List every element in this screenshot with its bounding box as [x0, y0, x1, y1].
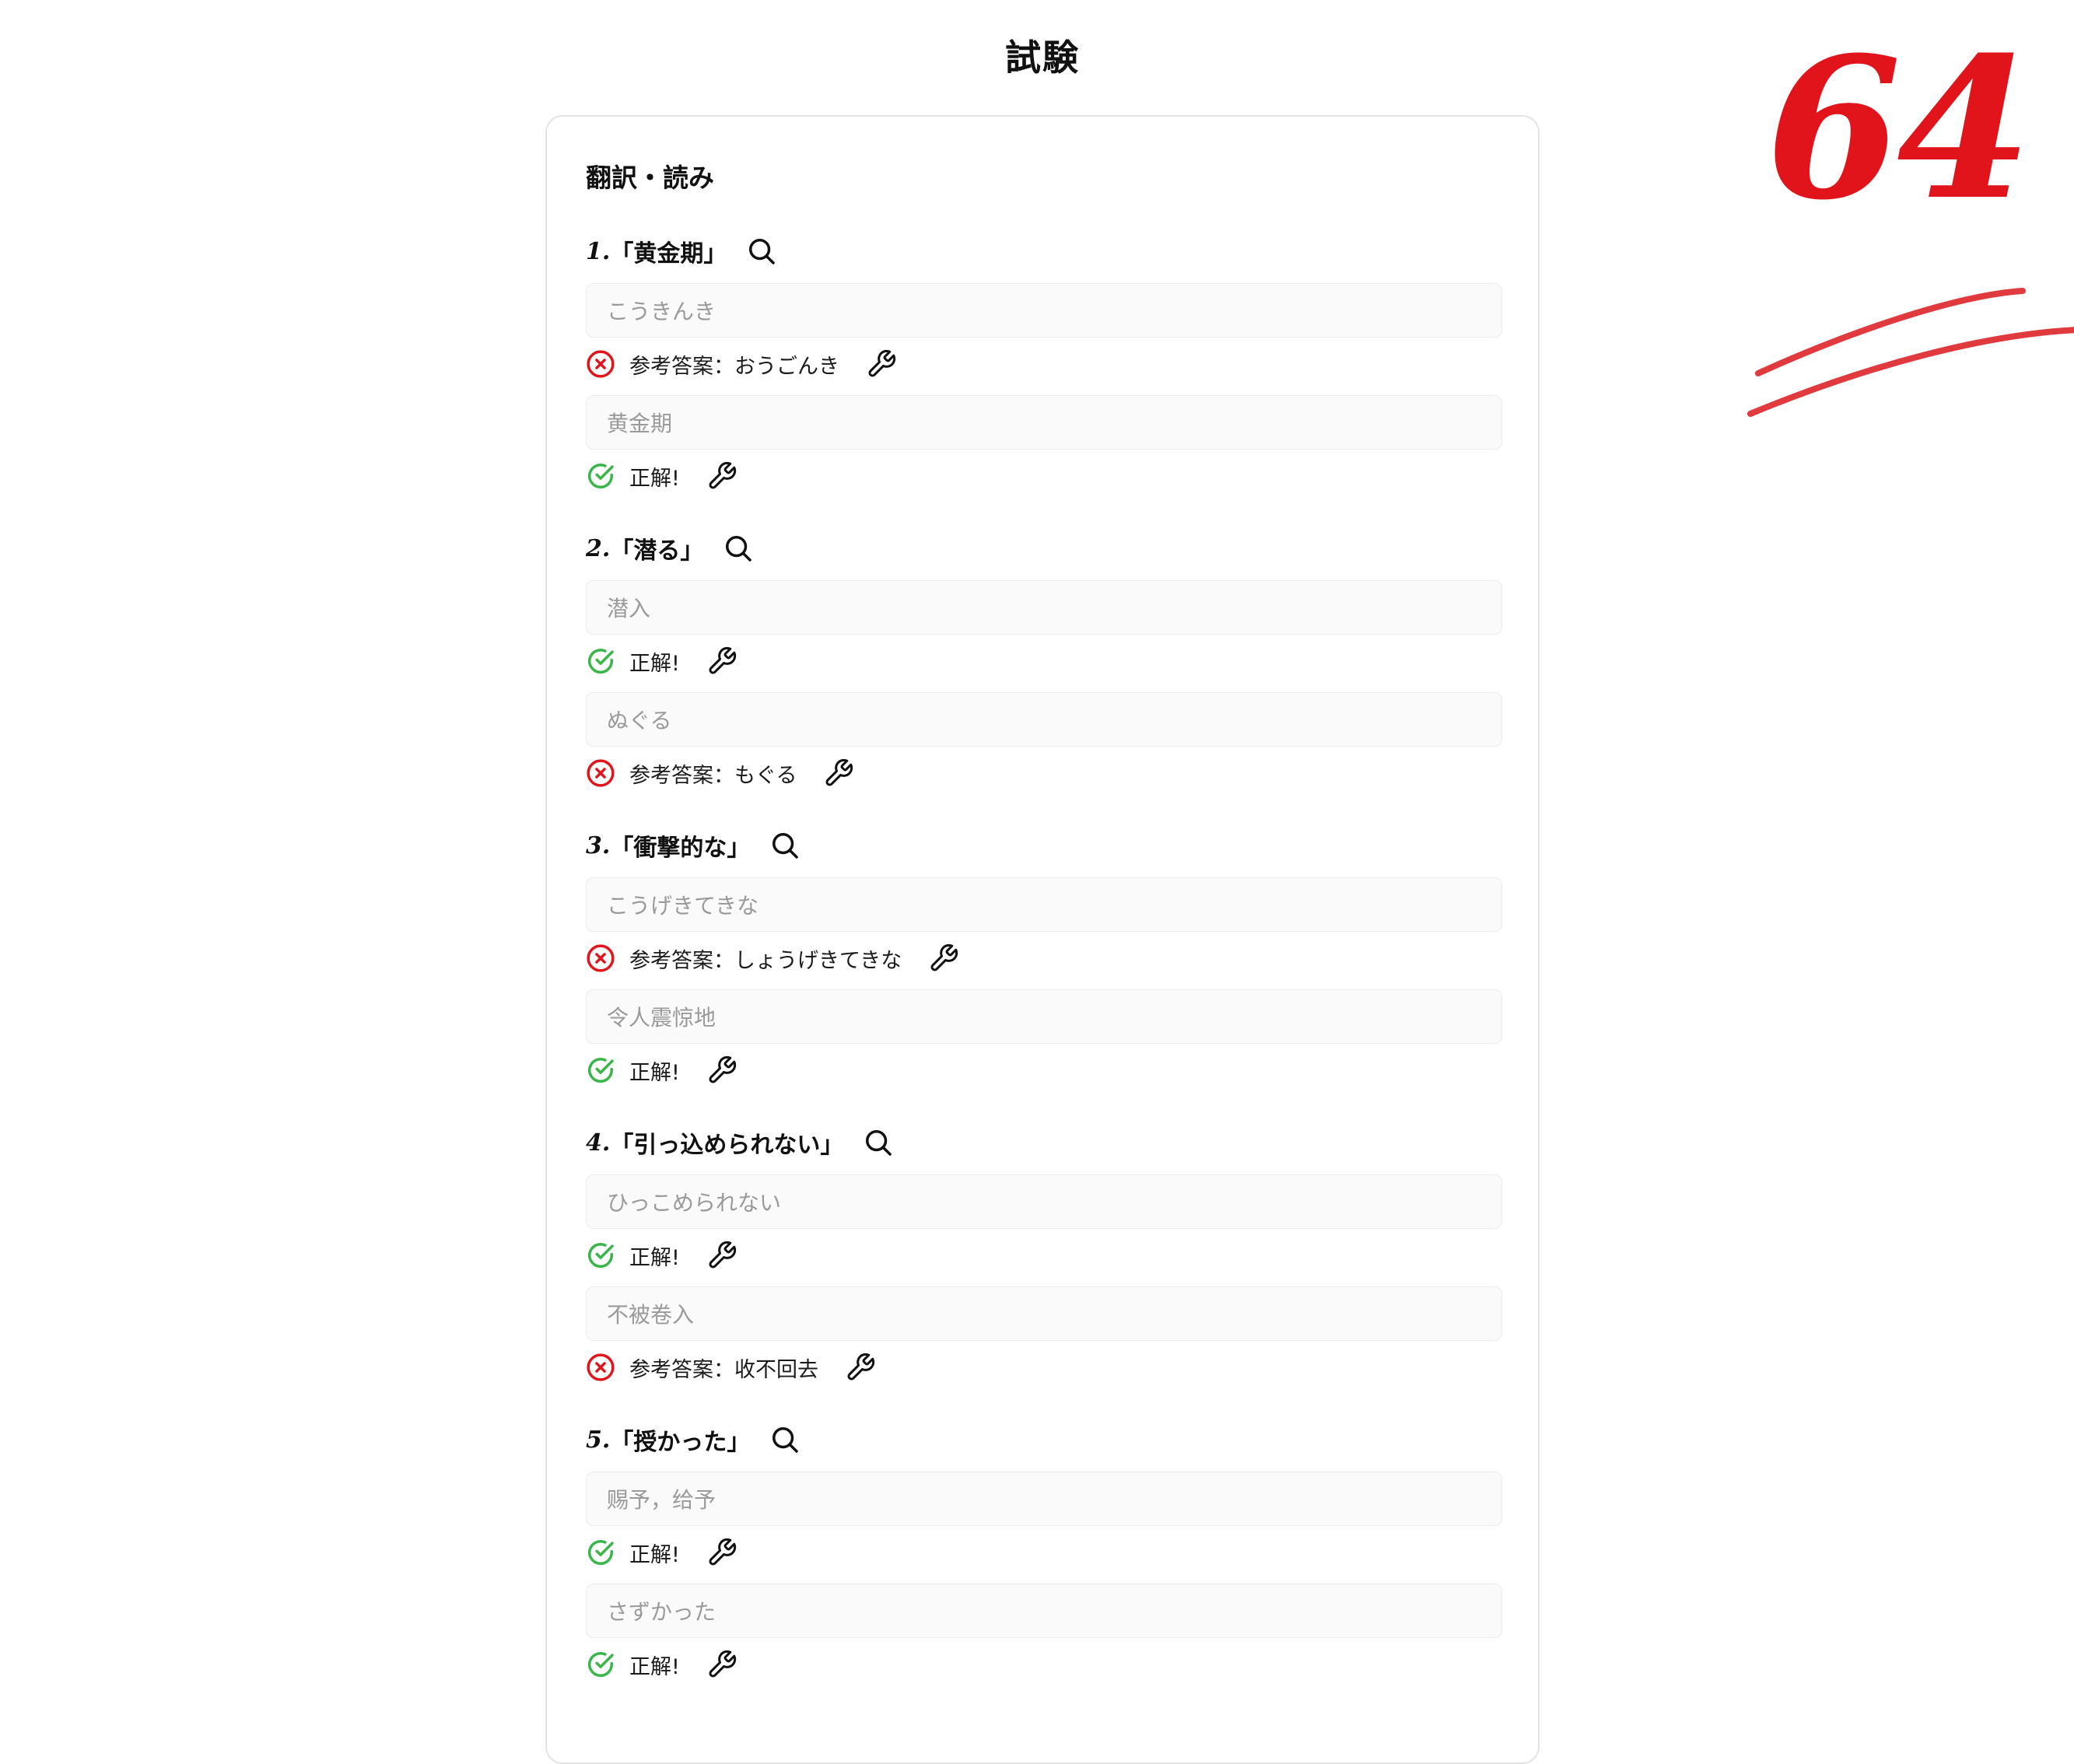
- question-header: 5. 「授かった」: [586, 1420, 800, 1459]
- wrench-icon[interactable]: [866, 348, 897, 380]
- check-circle-icon: [586, 1650, 615, 1679]
- search-icon[interactable]: [770, 1425, 800, 1454]
- answer-input[interactable]: [586, 580, 1502, 635]
- feedback-label: 正解!: [629, 1060, 680, 1085]
- feedback-label: 参考答案：: [629, 948, 734, 973]
- question-prompt: 「衝撃的な」: [610, 835, 751, 862]
- question-prompt: 「授かった」: [610, 1429, 751, 1456]
- wrench-icon[interactable]: [706, 1055, 737, 1086]
- question-prompt: 「引っ込められない」: [610, 1132, 844, 1159]
- score-underline-strokes: [1747, 288, 2074, 417]
- answer-input[interactable]: [586, 877, 1502, 932]
- answer-input[interactable]: [586, 1174, 1502, 1229]
- wrench-icon[interactable]: [823, 758, 854, 789]
- score-mark: 64: [1747, 14, 2074, 436]
- feedback-wrong: 参考答案： しょうげきてきな: [586, 941, 959, 975]
- page-title: 試験: [1005, 37, 1080, 79]
- x-circle-icon: [586, 943, 615, 973]
- wrench-icon[interactable]: [706, 460, 737, 492]
- feedback-correct: 正解!: [586, 1647, 737, 1682]
- wrench-icon[interactable]: [706, 646, 737, 677]
- feedback-correct: 正解!: [586, 1238, 737, 1272]
- wrench-icon[interactable]: [928, 943, 959, 974]
- question-number: 2.: [586, 534, 611, 562]
- feedback-correct: 正解!: [586, 1535, 737, 1570]
- answer-input[interactable]: [586, 989, 1502, 1044]
- feedback-label: 正解!: [629, 1654, 680, 1679]
- answer-input[interactable]: [586, 1584, 1502, 1638]
- question-number: 4.: [586, 1129, 611, 1157]
- feedback-correct: 正解!: [586, 644, 737, 678]
- x-circle-icon: [586, 758, 615, 788]
- check-circle-icon: [586, 461, 615, 491]
- feedback-correct: 正解!: [586, 459, 737, 493]
- feedback-label: 参考答案：: [629, 1357, 734, 1382]
- x-circle-icon: [586, 349, 615, 379]
- question-header: 1. 「黄金期」: [586, 232, 776, 271]
- answer-input[interactable]: [586, 283, 1502, 338]
- answer-input[interactable]: [586, 395, 1502, 450]
- question-number: 3.: [586, 831, 611, 859]
- wrench-icon[interactable]: [706, 1537, 737, 1568]
- reference-answer: もぐる: [734, 763, 797, 788]
- reference-answer: 收不回去: [734, 1357, 818, 1382]
- feedback-label: 参考答案：: [629, 763, 734, 788]
- feedback-label: 正解!: [629, 466, 680, 491]
- section-title: 翻訳・読み: [586, 163, 714, 193]
- check-circle-icon: [586, 1055, 615, 1085]
- feedback-wrong: 参考答案： 收不回去: [586, 1350, 876, 1384]
- feedback-wrong: 参考答案： もぐる: [586, 756, 854, 790]
- feedback-label: 参考答案：: [629, 354, 734, 379]
- feedback-wrong: 参考答案： おうごんき: [586, 347, 897, 381]
- question-number: 1.: [586, 237, 611, 265]
- feedback-label: 正解!: [629, 1542, 680, 1567]
- check-circle-icon: [586, 646, 615, 676]
- answer-input[interactable]: [586, 1286, 1502, 1341]
- x-circle-icon: [586, 1353, 615, 1382]
- check-circle-icon: [586, 1538, 615, 1567]
- wrench-icon[interactable]: [706, 1649, 737, 1680]
- question-prompt: 「潜る」: [610, 537, 704, 565]
- quiz-card: 翻訳・読み 1. 「黄金期」 参考答案： おうごんき 正解! 2. 「潜る」: [545, 115, 1540, 1764]
- answer-input[interactable]: [586, 1472, 1502, 1526]
- reference-answer: おうごんき: [734, 354, 839, 379]
- question-header: 4. 「引っ込められない」: [586, 1123, 893, 1162]
- reference-answer: しょうげきてきな: [734, 948, 902, 973]
- question-header: 3. 「衝撃的な」: [586, 826, 800, 865]
- feedback-label: 正解!: [629, 651, 680, 676]
- wrench-icon[interactable]: [706, 1240, 737, 1271]
- check-circle-icon: [586, 1241, 615, 1270]
- question-prompt: 「黄金期」: [610, 240, 727, 268]
- search-icon[interactable]: [723, 534, 753, 563]
- search-icon[interactable]: [747, 236, 776, 266]
- question-header: 2. 「潜る」: [586, 529, 753, 568]
- question-number: 5.: [586, 1426, 611, 1454]
- wrench-icon[interactable]: [845, 1352, 876, 1383]
- feedback-correct: 正解!: [586, 1053, 737, 1087]
- score-number: 64: [1766, 14, 2032, 243]
- feedback-label: 正解!: [629, 1245, 680, 1270]
- search-icon[interactable]: [770, 831, 800, 860]
- search-icon[interactable]: [864, 1128, 893, 1157]
- answer-input[interactable]: [586, 692, 1502, 747]
